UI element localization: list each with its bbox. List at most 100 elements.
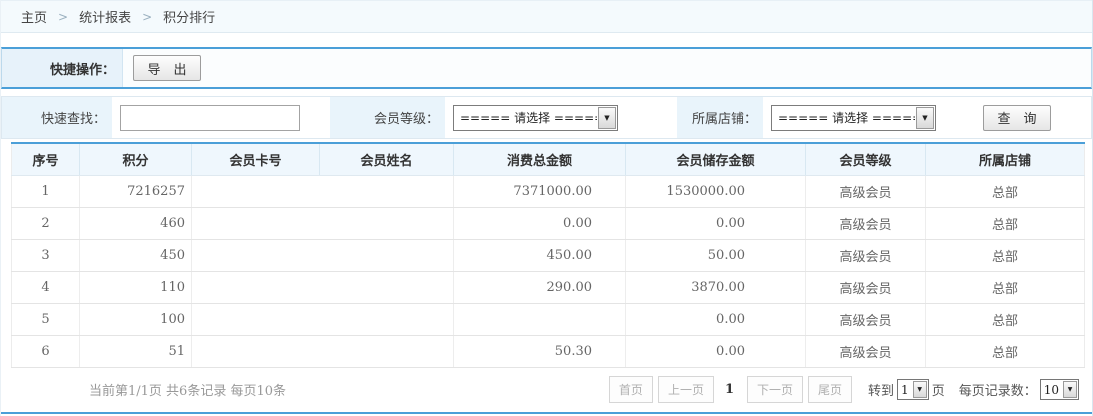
breadcrumb: 主页 > 统计报表 > 积分排行 [1,0,1092,33]
cell-stored-amount: 50.00 [626,239,806,271]
goto-label: 转到 [868,380,894,399]
member-level-selected-value: ===== 请选择 ===== [454,109,597,126]
store-label: 所属店铺： [677,97,763,138]
column-header-total-consume: 消费总金额 [454,143,626,175]
cell-stored-amount: 3870.00 [626,271,806,303]
cell-member-level: 高级会员 [806,271,926,303]
member-level-label: 会员等级： [330,97,445,138]
page-size-select[interactable]: 10 ▼ [1040,379,1079,400]
filter-bar: 快速查找： 会员等级： ===== 请选择 ===== ▼ 所属店铺： ====… [1,96,1092,139]
cell-member-level: 高级会员 [806,239,926,271]
cell-total-consume: 50.30 [454,335,626,367]
quick-search-label: 快速查找： [2,97,112,138]
breadcrumb-home[interactable]: 主页 [21,7,47,26]
dropdown-arrow-icon[interactable]: ▼ [916,107,934,129]
page-size-label: 每页记录数： [959,380,1037,399]
cell-member-level: 高级会员 [806,303,926,335]
column-header-points: 积分 [80,143,192,175]
store-selected-value: ===== 请选择 ===== [772,109,915,126]
cell-store: 总部 [926,175,1085,207]
column-header-member-name: 会员姓名 [320,143,454,175]
cell-total-consume: 0.00 [454,207,626,239]
cell-points: 460 [80,207,192,239]
cell-total-consume [454,303,626,335]
first-page-button[interactable]: 首页 [609,376,653,403]
page: 主页 > 统计报表 > 积分排行 快捷操作： 导 出 快速查找： 会员等级： =… [0,0,1093,416]
column-header-member-level: 会员等级 [806,143,926,175]
member-level-cell: ===== 请选择 ===== ▼ [445,97,677,138]
prev-page-button[interactable]: 上一页 [658,376,714,403]
table-header-row: 序号 积分 会员卡号 会员姓名 消费总金额 会员储存金额 会员等级 所属店铺 [12,143,1085,175]
breadcrumb-separator: > [58,10,68,24]
bottom-accent-line [1,412,1092,414]
query-button[interactable]: 查 询 [983,105,1051,131]
cell-card-and-name-redacted [192,207,454,239]
cell-store: 总部 [926,271,1085,303]
cell-stored-amount: 0.00 [626,303,806,335]
next-page-button[interactable]: 下一页 [747,376,803,403]
dropdown-arrow-icon[interactable]: ▼ [598,107,616,129]
column-header-stored-amount: 会员储存金额 [626,143,806,175]
breadcrumb-reports[interactable]: 统计报表 [79,7,131,26]
cell-member-level: 高级会员 [806,207,926,239]
cell-index: 4 [12,271,80,303]
cell-total-consume: 7371000.00 [454,175,626,207]
pagination-summary: 当前第1/1页 共6条记录 每页10条 [89,380,286,399]
cell-total-consume: 450.00 [454,239,626,271]
last-page-button[interactable]: 尾页 [808,376,852,403]
breadcrumb-separator: > [142,10,152,24]
cell-points: 110 [80,271,192,303]
table-body: 1 7216257 7371000.00 1530000.00 高级会员 总部 … [12,175,1085,367]
cell-index: 3 [12,239,80,271]
quick-actions-label: 快捷操作： [2,49,123,87]
cell-index: 1 [12,175,80,207]
column-header-index: 序号 [12,143,80,175]
store-cell: ===== 请选择 ===== ▼ 查 询 [763,97,1091,138]
dropdown-arrow-icon[interactable]: ▼ [913,381,927,398]
cell-stored-amount: 0.00 [626,207,806,239]
column-header-store: 所属店铺 [926,143,1085,175]
current-page-number: 1 [725,382,734,397]
store-select[interactable]: ===== 请选择 ===== ▼ [771,105,936,131]
pagination-bar: 当前第1/1页 共6条记录 每页10条 首页 上一页 1 下一页 尾页 转到 1… [11,377,1082,403]
dropdown-arrow-icon[interactable]: ▼ [1063,381,1077,398]
breadcrumb-current-page: 积分排行 [163,7,215,26]
column-header-card-number: 会员卡号 [192,143,320,175]
cell-card-and-name-redacted [192,175,454,207]
cell-index: 2 [12,207,80,239]
cell-store: 总部 [926,207,1085,239]
goto-page-select[interactable]: 1 ▼ [897,379,929,400]
cell-stored-amount: 0.00 [626,335,806,367]
goto-page-group: 转到 1 ▼ 页 每页记录数： 10 ▼ [868,379,1082,400]
cell-index: 6 [12,335,80,367]
cell-store: 总部 [926,303,1085,335]
cell-points: 450 [80,239,192,271]
cell-card-and-name-redacted [192,335,454,367]
cell-store: 总部 [926,239,1085,271]
table-row: 6 51 50.30 0.00 高级会员 总部 [12,335,1085,367]
quick-search-cell [112,97,330,138]
cell-index: 5 [12,303,80,335]
cell-total-consume: 290.00 [454,271,626,303]
table-row: 4 110 290.00 3870.00 高级会员 总部 [12,271,1085,303]
pagination-controls: 首页 上一页 1 下一页 尾页 转到 1 ▼ 页 每页记录数： 10 ▼ [604,376,1082,403]
cell-points: 100 [80,303,192,335]
page-size-value: 10 [1041,383,1062,397]
member-level-select[interactable]: ===== 请选择 ===== ▼ [453,105,618,131]
cell-stored-amount: 1530000.00 [626,175,806,207]
quick-actions-content: 导 出 [123,49,1091,87]
export-button[interactable]: 导 出 [133,55,201,81]
points-ranking-table: 序号 积分 会员卡号 会员姓名 消费总金额 会员储存金额 会员等级 所属店铺 1… [11,142,1085,368]
cell-card-and-name-redacted [192,271,454,303]
cell-points: 51 [80,335,192,367]
table-row: 5 100 0.00 高级会员 总部 [12,303,1085,335]
table-row: 1 7216257 7371000.00 1530000.00 高级会员 总部 [12,175,1085,207]
cell-store: 总部 [926,335,1085,367]
cell-points: 7216257 [80,175,192,207]
quick-actions-bar: 快捷操作： 导 出 [1,47,1092,89]
quick-search-input[interactable] [120,105,300,131]
table-row: 3 450 450.00 50.00 高级会员 总部 [12,239,1085,271]
table-row: 2 460 0.00 0.00 高级会员 总部 [12,207,1085,239]
goto-suffix: 页 [932,380,945,399]
cell-card-and-name-redacted [192,303,454,335]
